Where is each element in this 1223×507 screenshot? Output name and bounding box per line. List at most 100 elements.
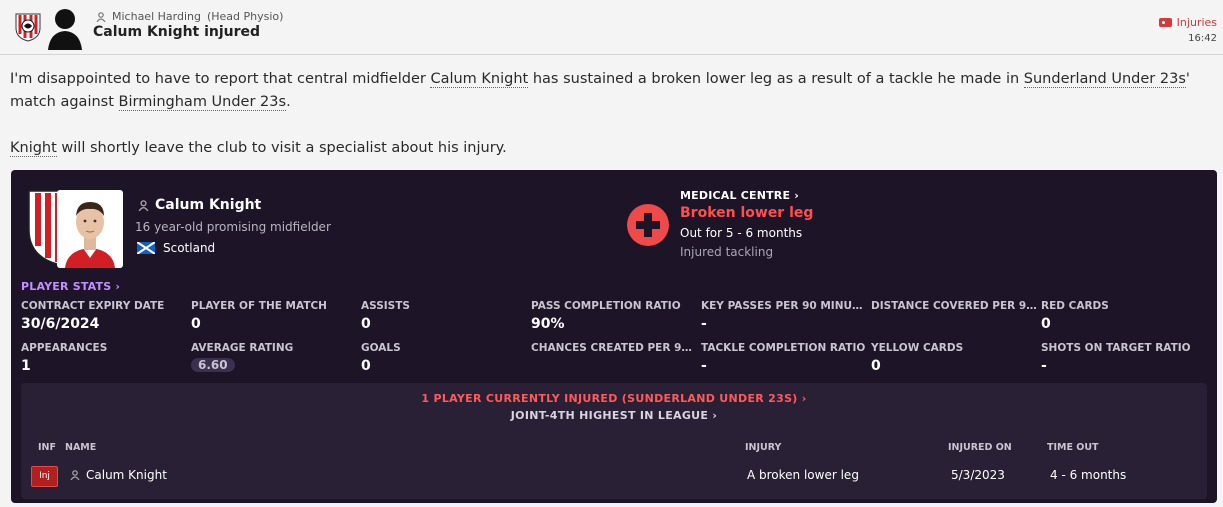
player-name[interactable]: Calum Knight xyxy=(138,197,261,213)
injury-list-title: 1 PLAYER CURRENTLY INJURED (SUNDERLAND U… xyxy=(421,392,798,405)
injury-tag-icon xyxy=(1158,18,1172,27)
stat-value: - xyxy=(701,358,707,374)
injury-league-rank-link[interactable]: JOINT-4TH HIGHEST IN LEAGUE › xyxy=(21,409,1207,422)
scotland-flag-icon xyxy=(137,242,155,254)
person-icon xyxy=(138,199,149,211)
stat-label: PASS COMPLETION RATIO xyxy=(531,300,681,312)
stat-value: - xyxy=(701,316,707,332)
player-stats-label: PLAYER STATS xyxy=(21,280,112,293)
nationality-text: Scotland xyxy=(163,241,216,255)
message-paragraph: Knight will shortly leave the club to vi… xyxy=(10,137,1210,160)
stat-average-rating: AVERAGE RATING 6.60 xyxy=(191,342,359,373)
sender: Michael Harding (Head Physio) xyxy=(96,10,283,23)
stat-label: ASSISTS xyxy=(361,300,410,312)
stat-appearances: APPEARANCES 1 xyxy=(21,342,189,374)
message-body: I'm disappointed to have to report that … xyxy=(10,68,1210,160)
club-link[interactable]: Sunderland Under 23s xyxy=(1023,71,1186,88)
stat-label: TACKLE COMPLETION RATIO xyxy=(701,342,866,354)
chevron-right-icon: › xyxy=(115,280,121,293)
player-link[interactable]: Calum Knight xyxy=(430,71,529,88)
stat-distance-covered: DISTANCE COVERED PER 90... xyxy=(871,300,1039,316)
chevron-right-icon: › xyxy=(794,189,799,202)
player-nationality[interactable]: Scotland xyxy=(137,241,215,255)
stat-pass-completion: PASS COMPLETION RATIO 90% xyxy=(531,300,699,332)
injury-cause: Injured tackling xyxy=(680,245,774,259)
stat-label: RED CARDS xyxy=(1041,300,1109,312)
text: has sustained a broken lower leg as a re… xyxy=(528,71,1024,87)
stat-player-of-match: PLAYER OF THE MATCH 0 xyxy=(191,300,359,332)
stat-value: 1 xyxy=(21,358,31,374)
stat-label: KEY PASSES PER 90 MINUTES xyxy=(701,300,869,312)
column-header-injury[interactable]: INJURY xyxy=(745,442,781,453)
injury-list-panel: 1 PLAYER CURRENTLY INJURED (SUNDERLAND U… xyxy=(21,383,1207,499)
player-name-cell[interactable]: Calum Knight xyxy=(70,468,167,482)
stat-value: 0 xyxy=(361,316,371,332)
club-crest-icon[interactable] xyxy=(14,12,42,42)
tag-label: Injuries xyxy=(1176,16,1217,29)
chevron-right-icon: › xyxy=(801,392,807,405)
injuries-tag[interactable]: Injuries xyxy=(1158,16,1217,29)
stat-key-passes: KEY PASSES PER 90 MINUTES - xyxy=(701,300,869,332)
stat-label: AVERAGE RATING xyxy=(191,342,294,354)
stat-value: 30/6/2024 xyxy=(21,316,100,332)
stat-value: - xyxy=(1041,358,1047,374)
stat-label: CHANCES CREATED PER 90... xyxy=(531,342,699,354)
medical-cross-icon xyxy=(627,204,669,246)
stat-assists: ASSISTS 0 xyxy=(361,300,529,332)
player-link[interactable]: Knight xyxy=(10,140,57,157)
injury-league-rank: JOINT-4TH HIGHEST IN LEAGUE xyxy=(510,409,709,422)
injury-cell: A broken lower leg xyxy=(747,468,859,482)
column-header-inf[interactable]: INF xyxy=(38,442,56,453)
message-time: 16:42 xyxy=(1188,33,1217,44)
person-icon xyxy=(96,11,106,22)
column-header-name[interactable]: NAME xyxy=(65,442,96,453)
stat-contract-expiry: CONTRACT EXPIRY DATE 30/6/2024 xyxy=(21,300,189,332)
player-injury-card: Calum Knight 16 year-old promising midfi… xyxy=(11,170,1217,503)
message-paragraph: I'm disappointed to have to report that … xyxy=(10,68,1210,114)
stat-label: APPEARANCES xyxy=(21,342,108,354)
chevron-right-icon: › xyxy=(712,409,718,422)
injury-duration: Out for 5 - 6 months xyxy=(680,226,803,240)
opponent-link[interactable]: Birmingham Under 23s xyxy=(118,94,287,111)
rating-badge: 6.60 xyxy=(191,358,235,372)
stat-shots-on-target: SHOTS ON TARGET RATIO - xyxy=(1041,342,1209,374)
text: . xyxy=(286,94,291,110)
column-header-injured-on[interactable]: INJURED ON xyxy=(948,442,1012,453)
stat-value: 0 xyxy=(191,316,201,332)
medical-centre-label: MEDICAL CENTRE xyxy=(680,189,791,202)
injury-list-title-link[interactable]: 1 PLAYER CURRENTLY INJURED (SUNDERLAND U… xyxy=(21,392,1207,405)
medical-centre-link[interactable]: MEDICAL CENTRE › xyxy=(680,189,799,202)
text: I'm disappointed to have to report that … xyxy=(10,71,431,87)
injured-on-cell: 5/3/2023 xyxy=(951,468,1005,482)
stat-chances-created: CHANCES CREATED PER 90... xyxy=(531,342,699,358)
injury-name: Broken lower leg xyxy=(680,205,814,221)
message-header: Michael Harding (Head Physio) Calum Knig… xyxy=(0,0,1223,55)
player-stats-link[interactable]: PLAYER STATS › xyxy=(21,280,120,293)
column-header-time-out[interactable]: TIME OUT xyxy=(1047,442,1099,453)
player-portrait[interactable] xyxy=(57,190,123,268)
stat-label: YELLOW CARDS xyxy=(871,342,964,354)
stat-label: GOALS xyxy=(361,342,401,354)
stat-tackle-completion: TACKLE COMPLETION RATIO - xyxy=(701,342,869,374)
message-subject: Calum Knight injured xyxy=(93,24,261,40)
text: will shortly leave the club to visit a s… xyxy=(56,140,507,156)
sender-avatar-icon[interactable] xyxy=(46,4,84,50)
player-description: 16 year-old promising midfielder xyxy=(135,220,331,234)
table-row[interactable]: Inj Calum Knight A broken lower leg 5/3/… xyxy=(21,461,1207,491)
stat-label: SHOTS ON TARGET RATIO xyxy=(1041,342,1191,354)
time-out-cell: 4 - 6 months xyxy=(1050,468,1127,482)
stat-label: CONTRACT EXPIRY DATE xyxy=(21,300,165,312)
stat-label: PLAYER OF THE MATCH xyxy=(191,300,327,312)
stat-goals: GOALS 0 xyxy=(361,342,529,374)
stat-yellow-cards: YELLOW CARDS 0 xyxy=(871,342,1039,374)
player-name-text: Calum Knight xyxy=(155,197,262,213)
stat-red-cards: RED CARDS 0 xyxy=(1041,300,1209,332)
stat-value: 0 xyxy=(871,358,881,374)
stat-label: DISTANCE COVERED PER 90... xyxy=(871,300,1039,312)
injury-status-badge: Inj xyxy=(31,466,58,487)
sender-name[interactable]: Michael Harding xyxy=(112,10,201,23)
player-name-text: Calum Knight xyxy=(86,468,167,482)
sender-role: (Head Physio) xyxy=(206,10,284,23)
stat-value: 0 xyxy=(361,358,371,374)
stat-value: 90% xyxy=(531,316,565,332)
